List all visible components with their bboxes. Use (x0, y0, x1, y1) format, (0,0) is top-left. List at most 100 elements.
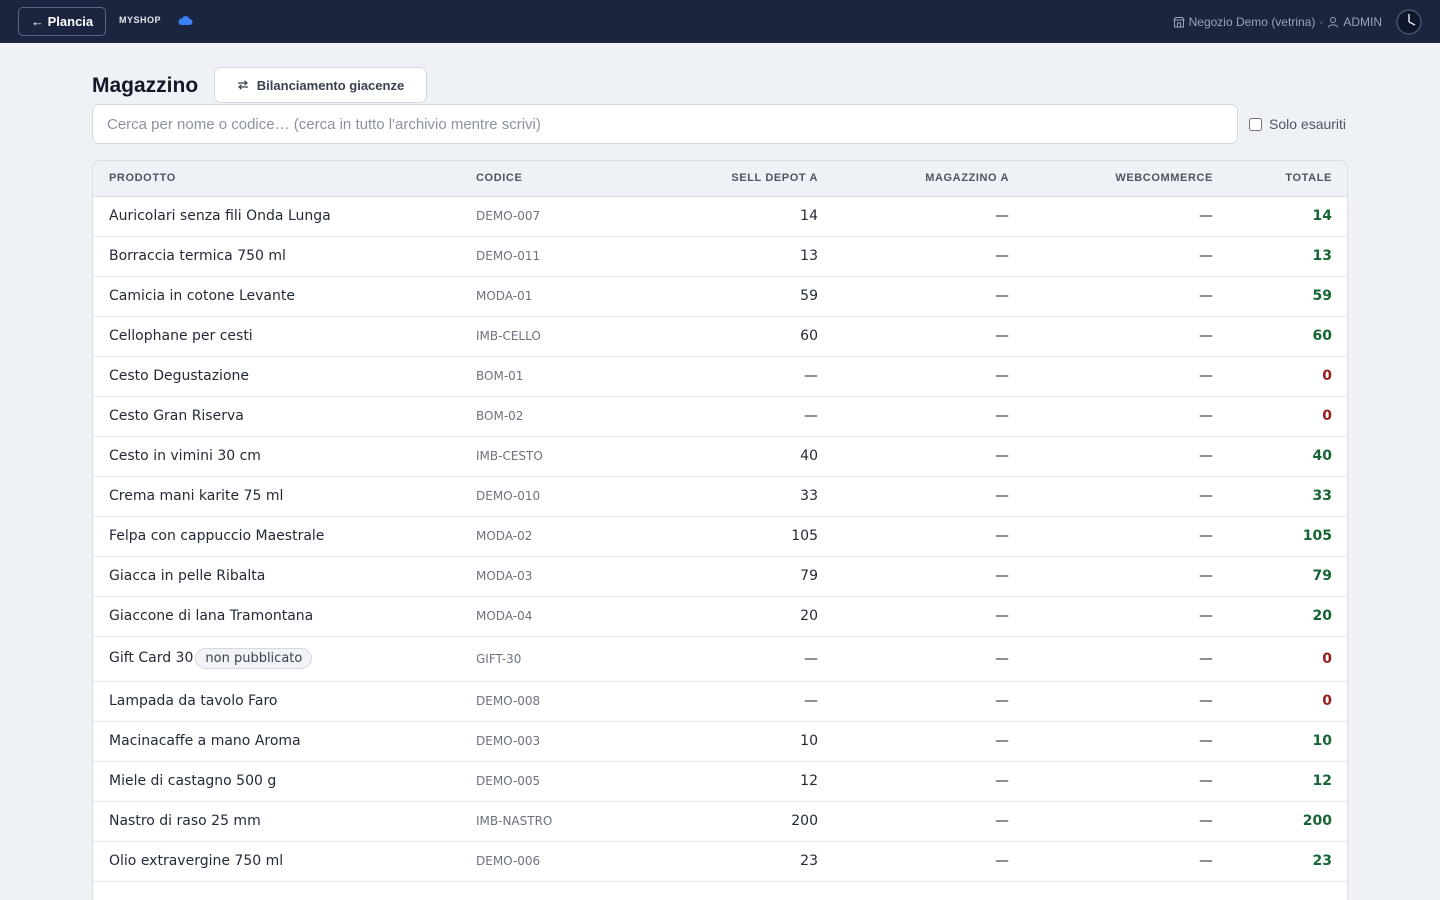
header-prodotto[interactable]: PRODOTTO (93, 161, 476, 197)
product-name-cell[interactable]: Giaccone di lana Tramontana (93, 596, 476, 636)
total-qty: 14 (1312, 208, 1332, 224)
product-name: Macinacaffe a mano Aroma (109, 733, 301, 749)
product-code: GIFT-30 (476, 651, 522, 666)
table-row[interactable]: Cesto Degustazione BOM-01 — — — 0 (93, 356, 1347, 396)
back-to-plancia-button[interactable]: ← Plancia (18, 7, 107, 36)
product-name-cell[interactable]: Cesto Gran Riserva (93, 396, 476, 436)
sell-depot-qty: 33 (800, 488, 818, 504)
table-row[interactable]: Giaccone di lana Tramontana MODA-04 20 — — 20 (93, 596, 1347, 636)
webcommerce-qty: — (1199, 733, 1213, 749)
table-row[interactable]: Macinacaffe a mano Aroma DEMO-003 10 — — 10 (93, 721, 1347, 761)
product-name-cell[interactable]: Borraccia termica 750 ml (93, 236, 476, 276)
product-code: MODA-01 (476, 289, 533, 303)
total-qty: 105 (1302, 528, 1332, 544)
table-row[interactable]: Nastro di raso 25 mm IMB-NASTRO 200 — — 200 (93, 801, 1347, 841)
sell-depot-qty: 10 (800, 733, 818, 749)
user-name[interactable]: ADMIN (1343, 15, 1382, 29)
header-sell-depot[interactable]: SELL DEPOT A (661, 161, 818, 197)
magazzino-qty: — (995, 693, 1009, 709)
header-codice[interactable]: CODICE (476, 161, 661, 197)
sell-depot-qty: 13 (800, 248, 818, 264)
product-name-cell[interactable]: Olio extravergine 750 ml (93, 841, 476, 881)
product-name-cell[interactable]: Cesto Degustazione (93, 356, 476, 396)
sell-depot-qty: 23 (800, 853, 818, 869)
product-name-cell[interactable]: Giacca in pelle Ribalta (93, 556, 476, 596)
product-name-cell[interactable]: Miele di castagno 500 g (93, 761, 476, 801)
product-name-cell[interactable]: Lampada da tavolo Faro (93, 681, 476, 721)
product-code: IMB-CESTO (476, 449, 543, 463)
sell-depot-qty: — (804, 693, 818, 709)
search-input[interactable] (92, 104, 1238, 144)
product-code: DEMO-011 (476, 249, 541, 263)
webcommerce-qty: — (1199, 408, 1213, 424)
magazzino-qty: — (995, 208, 1009, 224)
total-qty: 10 (1312, 733, 1332, 749)
product-code: MODA-04 (476, 609, 533, 623)
sell-depot-qty: — (804, 650, 818, 667)
table-row[interactable]: Olio extravergine 750 ml DEMO-006 23 — — 23 (93, 841, 1347, 881)
balance-stock-button[interactable]: Bilanciamento giacenze (214, 67, 427, 103)
product-name-cell[interactable]: Crema mani karite 75 ml (93, 476, 476, 516)
product-name-cell[interactable]: Camicia in cotone Levante (93, 276, 476, 316)
webcommerce-qty: — (1199, 448, 1213, 464)
table-row[interactable]: Gift Card 30 non pubblicato GIFT-30— — —0 (93, 636, 1347, 681)
webcommerce-qty: — (1199, 288, 1213, 304)
product-code: MODA-02 (476, 529, 533, 543)
magazzino-qty: — (995, 813, 1009, 829)
magazzino-qty: — (995, 568, 1009, 584)
table-row[interactable]: Miele di castagno 500 g DEMO-005 12 — — 12 (93, 761, 1347, 801)
store-name: Negozio Demo (vetrina) (1188, 15, 1316, 29)
webcommerce-qty: — (1199, 773, 1213, 789)
inventory-table: PRODOTTO CODICE SELL DEPOT A MAGAZZINO A… (93, 161, 1347, 882)
table-row[interactable]: Auricolari senza fili Onda Lunga DEMO-007… (93, 196, 1347, 236)
product-name-cell[interactable]: Nastro di raso 25 mm (93, 801, 476, 841)
product-name-cell[interactable]: Gift Card 30 non pubblicato (93, 636, 476, 681)
total-qty: 59 (1312, 288, 1332, 304)
solo-esauriti-toggle[interactable]: Solo esauriti (1249, 116, 1346, 132)
product-name-cell[interactable]: Felpa con cappuccio Maestrale (93, 516, 476, 556)
table-row[interactable]: Cesto in vimini 30 cm IMB-CESTO 40 — — 40 (93, 436, 1347, 476)
top-bar: ← Plancia MYSHOP Negozio Demo (vetrina) … (0, 0, 1440, 43)
sell-depot-qty: 59 (800, 288, 818, 304)
total-qty: 40 (1312, 448, 1332, 464)
header-webcommerce[interactable]: WEBCOMMERCE (1009, 161, 1213, 197)
header-totale[interactable]: TOTALE (1213, 161, 1347, 197)
total-qty: 13 (1312, 248, 1332, 264)
magazzino-qty: — (995, 248, 1009, 264)
table-row[interactable]: Giacca in pelle Ribalta MODA-03 79 — — 79 (93, 556, 1347, 596)
solo-esauriti-label: Solo esauriti (1269, 116, 1347, 132)
table-row[interactable]: Felpa con cappuccio Maestrale MODA-02 105 —… (93, 516, 1347, 556)
product-code: DEMO-010 (476, 489, 541, 503)
product-name-cell[interactable]: Macinacaffe a mano Aroma (93, 721, 476, 761)
sell-depot-qty: 20 (800, 608, 818, 624)
table-row[interactable]: Cellophane per cesti IMB-CELLO 60 — — 60 (93, 316, 1347, 356)
product-name: Cesto Degustazione (109, 368, 249, 384)
info-separator: · (1319, 15, 1324, 29)
magazzino-qty: — (995, 368, 1009, 384)
table-row[interactable]: Crema mani karite 75 ml DEMO-010 33 — — 33 (93, 476, 1347, 516)
total-qty: 0 (1322, 408, 1332, 424)
table-row[interactable]: Camicia in cotone Levante MODA-01 59 — — 59 (93, 276, 1347, 316)
product-name: Felpa con cappuccio Maestrale (109, 528, 325, 544)
webcommerce-qty: — (1199, 853, 1213, 869)
magazzino-qty: — (995, 650, 1009, 667)
sell-depot-qty: 105 (791, 528, 818, 544)
product-code: DEMO-003 (476, 734, 541, 748)
product-name: Auricolari senza fili Onda Lunga (109, 208, 331, 224)
total-qty: 60 (1312, 328, 1332, 344)
product-code: DEMO-008 (476, 694, 541, 708)
solo-esauriti-checkbox[interactable] (1249, 117, 1262, 131)
table-row[interactable]: Borraccia termica 750 ml DEMO-011 13 — — 13 (93, 236, 1347, 276)
magazzino-qty: — (995, 528, 1009, 544)
webcommerce-qty: — (1199, 813, 1213, 829)
table-row[interactable]: Lampada da tavolo Faro DEMO-008 — — — 0 (93, 681, 1347, 721)
header-magazzino[interactable]: MAGAZZINO A (818, 161, 1009, 197)
back-button-label: ← Plancia (31, 14, 94, 29)
table-row[interactable]: Cesto Gran Riserva BOM-02 — — — 0 (93, 396, 1347, 436)
product-name-cell[interactable]: Cesto in vimini 30 cm (93, 436, 476, 476)
product-name-cell[interactable]: Auricolari senza fili Onda Lunga (93, 196, 476, 236)
magazzino-qty: — (995, 488, 1009, 504)
product-name-cell[interactable]: Cellophane per cesti (93, 316, 476, 356)
magazzino-qty: — (995, 328, 1009, 344)
clock-icon[interactable] (1396, 9, 1422, 35)
